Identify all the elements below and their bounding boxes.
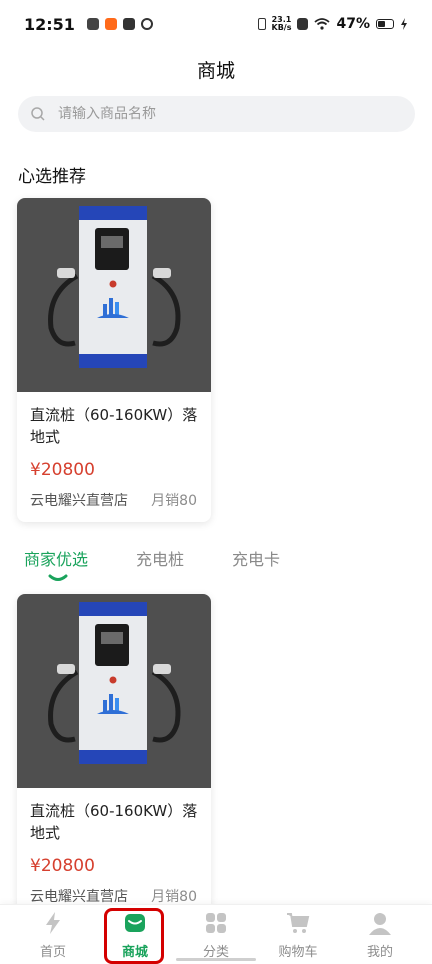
- active-tab-indicator: [48, 574, 68, 581]
- battery-percent: 47%: [336, 16, 370, 32]
- status-bar: 12:51 23.1 KB/s 47%: [0, 0, 432, 48]
- nav-label-home: 首页: [39, 945, 66, 960]
- status-time: 12:51: [24, 14, 75, 34]
- grid-icon: [206, 913, 226, 933]
- user-icon: [369, 913, 391, 935]
- product-price: ¥20800: [30, 460, 95, 480]
- nav-label-shop: 商城: [121, 945, 148, 960]
- product-store: 云电耀兴直营店: [30, 493, 128, 509]
- product-image[interactable]: [17, 198, 211, 392]
- search-bar[interactable]: [18, 96, 415, 132]
- search-input[interactable]: [56, 105, 380, 123]
- link-notification-icon: [140, 18, 153, 30]
- home-indicator[interactable]: [176, 958, 256, 961]
- charging-icon: [401, 18, 407, 30]
- section-title-featured: 心选推荐: [18, 167, 86, 187]
- play-notification-icon: [122, 18, 135, 30]
- shop-icon: [125, 914, 145, 932]
- nav-item-home[interactable]: 首页: [13, 905, 93, 964]
- tab-merchant-picks[interactable]: 商家优选: [24, 546, 88, 570]
- product-store: 云电耀兴直营店: [30, 889, 128, 905]
- lightning-icon: [46, 912, 60, 934]
- vibrate-icon: [257, 18, 266, 30]
- product-name[interactable]: 直流桩（60-160KW）落地式: [30, 404, 202, 448]
- nav-item-mine[interactable]: 我的: [340, 905, 420, 964]
- tab-charging-card[interactable]: 充电卡: [232, 546, 280, 570]
- mail-notification-icon: [86, 18, 99, 30]
- bottom-nav: 首页 商城 分类 购物车 我的: [0, 904, 432, 964]
- product-price: ¥20800: [30, 856, 95, 876]
- nav-item-cart[interactable]: 购物车: [258, 905, 338, 964]
- nav-item-shop[interactable]: 商城: [95, 905, 175, 964]
- app-notification-icon: [104, 18, 117, 30]
- product-sales: 月销80: [151, 889, 197, 905]
- product-name[interactable]: 直流桩（60-160KW）落地式: [30, 800, 202, 844]
- battery-icon: [376, 19, 394, 29]
- net-speed: 23.1 KB/s: [272, 16, 292, 32]
- product-image[interactable]: [17, 594, 211, 788]
- net-speed-unit: KB/s: [271, 23, 292, 32]
- nav-label-mine: 我的: [366, 945, 393, 960]
- search-icon: [31, 107, 45, 121]
- nav-item-category[interactable]: 分类: [176, 905, 256, 964]
- page-title: 商城: [196, 60, 235, 82]
- nav-label-cart: 购物车: [278, 945, 318, 960]
- product-sales: 月销80: [151, 493, 197, 509]
- product-card-list[interactable]: 直流桩（60-160KW）落地式 ¥20800 云电耀兴直营店 月销80: [17, 594, 211, 914]
- sim-icon: [297, 18, 309, 30]
- category-tabs: 商家优选 充电桩 充电卡: [0, 546, 432, 586]
- tab-charging-pile[interactable]: 充电桩: [136, 546, 184, 570]
- product-card-featured[interactable]: 直流桩（60-160KW）落地式 ¥20800 云电耀兴直营店 月销80: [17, 198, 211, 522]
- cart-icon: [287, 913, 310, 933]
- wifi-icon: [314, 18, 331, 30]
